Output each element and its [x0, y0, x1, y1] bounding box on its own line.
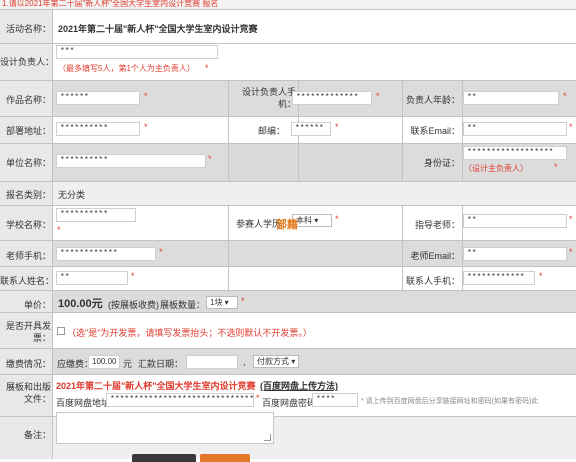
id-input[interactable]: ****************** [463, 146, 567, 160]
participant-select[interactable]: 本科 ▾ [292, 214, 332, 227]
baidu-url-input[interactable]: ****************************** [106, 393, 254, 407]
date-input[interactable] [186, 355, 238, 369]
designer-input[interactable]: *** [56, 45, 218, 59]
remark-label: 备注： [23, 430, 51, 440]
activity-label: 活动名称： [5, 24, 51, 34]
age-star: * [563, 91, 567, 101]
remark-textarea[interactable] [56, 412, 274, 444]
teacher-email-label: 老师Email： [410, 251, 460, 261]
dept-label: 部署地址： [5, 126, 51, 136]
baidu-star: * [256, 393, 260, 403]
teacher-phone-star: * [159, 247, 163, 257]
invoice-checkbox[interactable] [57, 327, 65, 335]
designer-phone-star: * [376, 91, 380, 101]
upload-note: * 请上传到百度网盘后分享链接网址和密码(如果有密码)此 [361, 398, 539, 405]
unit-input[interactable]: ********** [56, 154, 206, 168]
email-star: * [569, 122, 573, 132]
contact-phone-label: 联系人手机： [405, 276, 460, 286]
email-label: 联系Email： [410, 126, 460, 136]
school-label: 学校名称： [5, 220, 51, 230]
work-name-label: 作品名称： [5, 95, 51, 105]
contact-name-label: 联系人姓名： [0, 276, 55, 286]
teacher-email-input[interactable]: ** [463, 247, 567, 261]
id-label: 身份证： [423, 158, 460, 168]
top-note: 1.请以2021年第二十届"新人杯"全国大学生室内设计竞赛 报名 [2, 0, 219, 8]
school-star: * [57, 225, 61, 235]
category-value: 无分类 [58, 190, 86, 200]
unit-star: * [208, 154, 212, 164]
overlay-watermark: 部籍 [276, 219, 298, 231]
teacher-phone-label: 老师手机： [5, 251, 51, 261]
unit-label: 单位名称： [5, 158, 51, 168]
price-label: 单价： [23, 300, 51, 310]
amount-input[interactable]: 100.00 [88, 355, 120, 369]
upload-label: 展板和出版文件： [5, 382, 51, 404]
designer-label: 设计负责人： [0, 57, 55, 67]
method-select[interactable]: 付款方式 ▾ [253, 355, 299, 368]
teacher-email-star: * [569, 247, 573, 257]
work-name-input[interactable]: ****** [56, 91, 140, 105]
dept-input[interactable]: ********** [56, 122, 140, 136]
resize-grip-icon[interactable] [264, 434, 271, 441]
reset-button[interactable] [200, 454, 250, 462]
invoice-label: 是否开具发票： [5, 321, 51, 343]
id-star: * [554, 162, 558, 172]
post-input[interactable]: ****** [291, 122, 331, 136]
designer-required-star: * [205, 63, 209, 73]
contact-phone-star: * [539, 271, 543, 281]
contact-name-star: * [131, 271, 135, 281]
price-note: (按展板收费) [108, 300, 159, 310]
pwd-input[interactable]: **** [312, 393, 358, 407]
payment-comma: , [243, 357, 246, 367]
payment-label: 缴费情况： [5, 359, 51, 369]
teacher-phone-input[interactable]: ************ [56, 247, 156, 261]
count-select[interactable]: 1块 ▾ [206, 296, 238, 309]
upload-title: 2021年第二十届"新人杯"全国大学生室内设计竞赛 [56, 381, 256, 391]
school-input[interactable]: ********** [56, 208, 136, 222]
email-input[interactable]: ** [463, 122, 567, 136]
price-value: 100.00元 [58, 298, 103, 310]
designer-hint: （最多填写5人，第1个人为主负责人） [58, 64, 195, 73]
participant-star: * [335, 214, 339, 224]
date-label: 汇款日期： [138, 359, 184, 369]
dept-star: * [144, 122, 148, 132]
contact-phone-input[interactable]: ************ [463, 271, 535, 285]
teacher-star: * [569, 214, 573, 224]
work-name-star: * [144, 91, 148, 101]
post-star: * [335, 122, 339, 132]
designer-phone-input[interactable]: ************* [292, 91, 372, 105]
age-label: 负责人年龄： [405, 95, 460, 105]
count-star: * [241, 296, 245, 306]
designer-phone-label: 设计负责人手机： [241, 87, 296, 109]
invoice-hint: （选"是"为开发票，请填写发票抬头；不选则默认不开发票。） [67, 328, 312, 338]
contact-name-input[interactable]: ** [56, 271, 128, 285]
upload-method-link[interactable]: (百度网盘上传方法) [260, 379, 338, 392]
category-label: 报名类别： [5, 190, 51, 200]
teacher-label: 指导老师： [414, 220, 460, 230]
teacher-input[interactable]: ** [463, 214, 567, 228]
count-label: 展板数量： [160, 300, 206, 310]
age-input[interactable]: ** [463, 91, 559, 105]
submit-button[interactable] [132, 454, 196, 462]
id-hint: （设计主负责人） [464, 164, 528, 173]
activity-value: 2021年第二十届"新人杯"全国大学生室内设计竞赛 [58, 24, 258, 34]
post-label: 邮编： [257, 126, 285, 136]
amount-unit: 元 [123, 359, 133, 369]
